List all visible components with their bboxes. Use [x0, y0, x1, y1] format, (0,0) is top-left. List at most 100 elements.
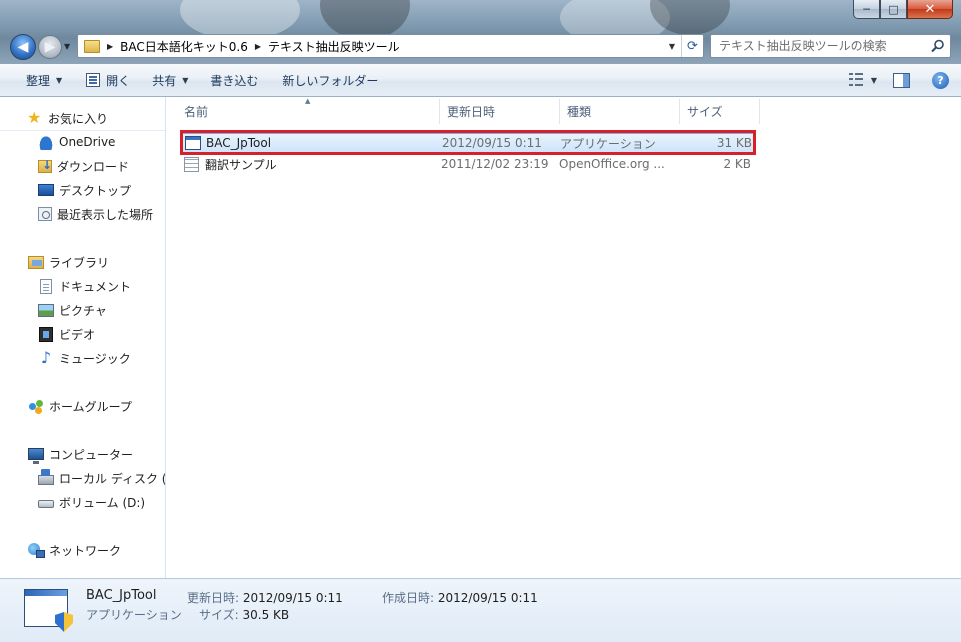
sidebar-item-label: ライブラリ [49, 255, 110, 270]
sidebar-item-libraries[interactable]: ライブラリ [28, 251, 109, 273]
window-controls: ─ □ ✕ [853, 0, 953, 19]
address-bar[interactable]: ▶ BAC日本語化キット0.6 ▶ テキスト抽出反映ツール ▼ ⟳ [77, 34, 704, 58]
file-date: 2011/12/02 23:19 [441, 157, 549, 171]
change-view-icon[interactable] [848, 73, 865, 87]
new-folder-label: 新しいフォルダー [282, 73, 379, 88]
share-label: 共有 [152, 73, 177, 88]
details-size-value: 30.5 KB [242, 608, 290, 622]
breadcrumb-item[interactable]: テキスト抽出反映ツール [268, 38, 400, 55]
sidebar-item-label: コンピューター [49, 447, 134, 462]
column-header-name[interactable]: 名前 [177, 99, 440, 124]
chevron-down-icon: ▼ [182, 75, 189, 85]
document-icon [40, 278, 52, 294]
details-pane: BAC_JpTool アプリケーション 更新日時: 2012/09/15 0:1… [0, 578, 961, 642]
sidebar-item-desktop[interactable]: デスクトップ [38, 179, 131, 201]
sidebar-item-label: ドキュメント [59, 279, 132, 294]
file-name-cell: 翻訳サンプル [180, 156, 439, 173]
new-folder-button[interactable]: 新しいフォルダー [274, 69, 386, 91]
file-row[interactable]: BAC_JpTool 2012/09/15 0:11 アプリケーション 31 K… [180, 133, 755, 153]
pictures-icon [38, 303, 54, 317]
preview-pane-icon[interactable] [893, 72, 910, 88]
cloud-icon [38, 134, 54, 150]
desktop-icon [38, 184, 54, 196]
star-icon: ★ [27, 108, 42, 127]
navigation-pane: ★ お気に入り OneDrive ダウンロード デスクトップ 最近表示した場所 … [0, 97, 166, 578]
breadcrumb-separator-icon[interactable]: ▶ [255, 42, 261, 51]
downloads-folder-icon [38, 158, 52, 173]
help-icon[interactable]: ? [932, 71, 949, 89]
sidebar-item-volume-d[interactable]: ボリューム (D:) [38, 491, 145, 513]
sidebar-item-label: お気に入り [48, 111, 109, 126]
sidebar-item-recent-places[interactable]: 最近表示した場所 [38, 203, 153, 225]
chevron-down-icon: ▼ [56, 75, 63, 85]
view-options-chevron-icon[interactable]: ▼ [871, 76, 877, 85]
sidebar-item-label: ネットワーク [49, 543, 122, 558]
forward-button[interactable]: ▶ [38, 35, 62, 59]
organize-button[interactable]: 整理 ▼ [18, 69, 70, 91]
sidebar-item-local-disk[interactable]: ローカル ディスク ( [38, 467, 166, 489]
sidebar-item-homegroup[interactable]: ホームグループ [28, 395, 132, 417]
details-size-label: サイズ: [199, 608, 239, 622]
sidebar-item-label: ローカル ディスク ( [59, 471, 166, 486]
details-modified-label: 更新日時: [187, 591, 240, 605]
search-icon[interactable] [926, 35, 950, 57]
search-input[interactable] [719, 39, 926, 53]
column-header-date[interactable]: 更新日時 [440, 99, 560, 124]
refresh-icon[interactable]: ⟳ [681, 35, 703, 57]
sidebar-item-label: ピクチャ [59, 303, 107, 318]
details-created-value: 2012/09/15 0:11 [437, 591, 538, 605]
back-button[interactable]: ◀ [10, 34, 36, 60]
sidebar-item-onedrive[interactable]: OneDrive [38, 131, 115, 153]
file-size: 31 KB [716, 136, 752, 150]
sidebar-item-videos[interactable]: ビデオ [38, 323, 95, 345]
sidebar-item-computer[interactable]: コンピューター [28, 443, 133, 465]
sidebar-item-documents[interactable]: ドキュメント [38, 275, 131, 297]
drive-icon [38, 499, 54, 508]
organize-label: 整理 [26, 73, 51, 88]
folder-icon [84, 39, 100, 53]
close-button[interactable]: ✕ [907, 0, 953, 19]
breadcrumb-separator-icon[interactable]: ▶ [107, 42, 113, 51]
details-file-type: アプリケーション [86, 608, 182, 622]
file-list: ▲ 名前 更新日時 種類 サイズ BAC_JpTool 2012/09/15 0… [167, 97, 961, 578]
file-name: BAC_JpTool [206, 136, 272, 150]
sidebar-item-music[interactable]: ♪ ミュージック [38, 347, 131, 369]
burn-button[interactable]: 書き込む [202, 69, 266, 91]
sidebar-item-pictures[interactable]: ピクチャ [38, 299, 107, 321]
file-row[interactable]: 翻訳サンプル 2011/12/02 23:19 OpenOffice.org .… [180, 154, 755, 174]
file-name-cell: BAC_JpTool [181, 136, 440, 150]
column-header-size[interactable]: サイズ [680, 99, 760, 124]
breadcrumb-item[interactable]: BAC日本語化キット0.6 [120, 38, 248, 55]
file-size: 2 KB [723, 157, 751, 171]
sidebar-item-label: ミュージック [59, 351, 131, 366]
file-type: OpenOffice.org ... [559, 157, 665, 171]
spreadsheet-icon [184, 156, 199, 172]
sidebar-item-label: デスクトップ [59, 183, 132, 198]
address-history-dropdown[interactable]: ▼ [663, 35, 681, 57]
sidebar-item-label: 最近表示した場所 [57, 207, 154, 222]
details-created-label: 作成日時: [382, 591, 435, 605]
recent-places-icon [38, 207, 52, 221]
network-icon [28, 542, 45, 558]
sidebar-item-network[interactable]: ネットワーク [28, 539, 121, 561]
music-icon: ♪ [40, 348, 52, 367]
sidebar-item-favorites[interactable]: ★ お気に入り [27, 107, 108, 129]
open-button[interactable]: 開く [78, 69, 138, 91]
minimize-button[interactable]: ─ [853, 0, 880, 19]
column-header-type[interactable]: 種類 [560, 99, 680, 124]
local-disk-icon [38, 469, 54, 485]
application-icon [185, 136, 201, 150]
view-controls: ▼ ? [848, 71, 961, 89]
details-modified-value: 2012/09/15 0:11 [242, 591, 343, 605]
title-bar: ─ □ ✕ ◀ ▶ ▼ ▶ BAC日本語化キット0.6 ▶ テキスト抽出反映ツー… [0, 0, 961, 64]
sidebar-item-label: ホームグループ [49, 399, 132, 414]
file-type: アプリケーション [560, 136, 656, 151]
search-box [710, 34, 951, 58]
maximize-button[interactable]: □ [880, 0, 907, 19]
sidebar-item-downloads[interactable]: ダウンロード [38, 155, 129, 177]
file-date: 2012/09/15 0:11 [442, 136, 542, 150]
sidebar-item-label: ボリューム (D:) [59, 495, 146, 510]
share-button[interactable]: 共有 ▼ [144, 69, 196, 91]
recent-pages-dropdown[interactable]: ▼ [64, 42, 70, 51]
sidebar-item-label: ビデオ [59, 327, 96, 342]
